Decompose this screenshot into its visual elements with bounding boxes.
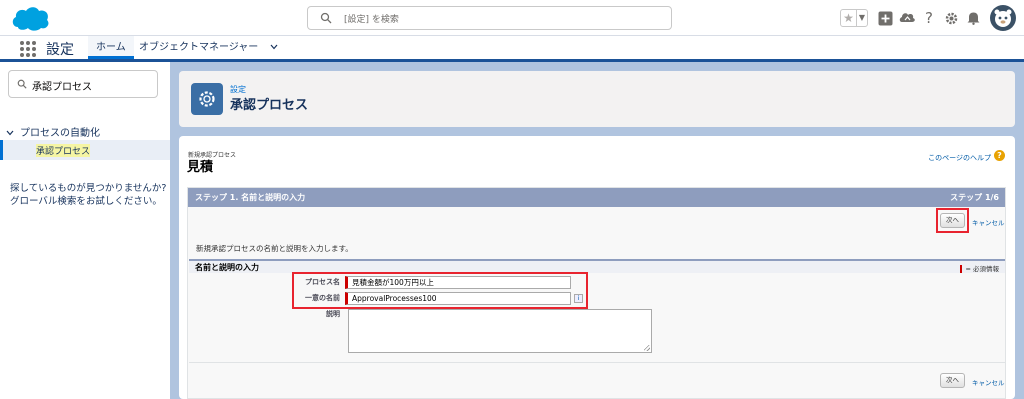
notification-bell-icon[interactable] <box>964 9 982 27</box>
chevron-down-icon <box>270 44 277 50</box>
resize-handle[interactable] <box>644 345 650 351</box>
chevron-down-icon <box>6 130 14 136</box>
page-header: 設定 承認プロセス <box>179 71 1015 127</box>
tab-object-manager[interactable]: オブジェクトマネージャー <box>135 36 278 59</box>
required-legend: = 必須情報 <box>960 263 999 273</box>
help-icon[interactable]: ? <box>920 9 938 27</box>
tree-parent-label: プロセスの自動化 <box>20 128 100 139</box>
search-icon <box>320 12 332 24</box>
unique-name-input[interactable]: ApprovalProcesses100 <box>345 292 571 305</box>
tree-child-label: 承認プロセス <box>36 144 91 157</box>
not-found-line-1: 探しているものが見つかりませんか? <box>10 183 167 194</box>
page-title: 承認プロセス <box>230 98 309 113</box>
section-header: 名前と説明の入力 = 必須情報 <box>189 259 1005 273</box>
step-panel: ステップ 1. 名前と説明の入力 ステップ 1/6 次へ キャンセル 新規承認プ… <box>187 187 1006 399</box>
cancel-link-top[interactable]: キャンセル <box>972 217 1005 227</box>
not-found-line-2: グローバル検索をお試しください。 <box>10 196 162 207</box>
tab-home[interactable]: ホーム <box>88 36 134 59</box>
description-textarea[interactable] <box>348 309 652 353</box>
salesforce-logo[interactable] <box>10 5 50 33</box>
section-title: 名前と説明の入力 <box>195 263 259 272</box>
cancel-link-bottom[interactable]: キャンセル <box>972 377 1005 387</box>
approval-process-form: 新規承認プロセス 見積 このページのヘルプ ? ステップ 1. 名前と説明の入力… <box>179 136 1015 399</box>
description-label: 説明 <box>326 310 340 318</box>
process-name-label: プロセス名 <box>305 278 340 286</box>
global-search-input[interactable]: [設定] を検索 <box>307 6 672 30</box>
tree-item-process-automation[interactable]: プロセスの自動化 <box>6 124 100 139</box>
info-icon[interactable]: i <box>574 294 583 303</box>
search-placeholder: [設定] を検索 <box>344 15 399 25</box>
help-link[interactable]: このページのヘルプ <box>928 153 991 163</box>
app-launcher-icon[interactable] <box>20 41 36 57</box>
record-title: 見積 <box>187 160 214 175</box>
setup-gear-icon[interactable] <box>942 9 960 27</box>
divider <box>189 362 1005 363</box>
avatar[interactable] <box>990 5 1016 31</box>
trailhead-icon[interactable] <box>898 9 916 27</box>
setup-gear-icon <box>191 83 223 115</box>
tree-item-approval-processes[interactable]: 承認プロセス <box>0 140 170 160</box>
next-button-top[interactable]: 次へ <box>940 213 965 228</box>
step-counter: ステップ 1/6 <box>950 193 999 202</box>
global-header: [設定] を検索 ★ ▼ ? <box>0 0 1024 36</box>
not-found-hint: 探しているものが見つかりませんか? グローバル検索をお試しください。 <box>10 182 166 208</box>
favorites-button[interactable]: ★ ▼ <box>840 9 868 27</box>
help-icon[interactable]: ? <box>994 150 1005 161</box>
next-button-bottom[interactable]: 次へ <box>940 373 965 388</box>
tab-object-manager-label: オブジェクトマネージャー <box>139 42 259 53</box>
search-icon <box>17 79 27 89</box>
required-marker <box>960 265 963 273</box>
unique-name-label: 一意の名前 <box>305 294 340 302</box>
add-icon[interactable] <box>876 9 894 27</box>
app-name: 設定 <box>46 42 74 58</box>
context-nav-bar: 設定 ホーム オブジェクトマネージャー <box>0 36 1024 62</box>
step-title: ステップ 1. 名前と説明の入力 <box>195 193 306 202</box>
setup-sidebar: 承認プロセス プロセスの自動化 承認プロセス 探しているものが見つかりませんか?… <box>0 62 170 399</box>
process-name-input[interactable]: 見積金額が100万円以上 <box>345 276 571 289</box>
favorites-star-icon: ★ <box>843 11 854 25</box>
step-bar: ステップ 1. 名前と説明の入力 ステップ 1/6 <box>188 188 1005 207</box>
quick-find-value: 承認プロセス <box>32 82 92 93</box>
quick-find-input[interactable]: 承認プロセス <box>8 70 158 98</box>
chevron-down-icon: ▼ <box>855 10 867 26</box>
step-description: 新規承認プロセスの名前と説明を入力します。 <box>196 244 353 253</box>
